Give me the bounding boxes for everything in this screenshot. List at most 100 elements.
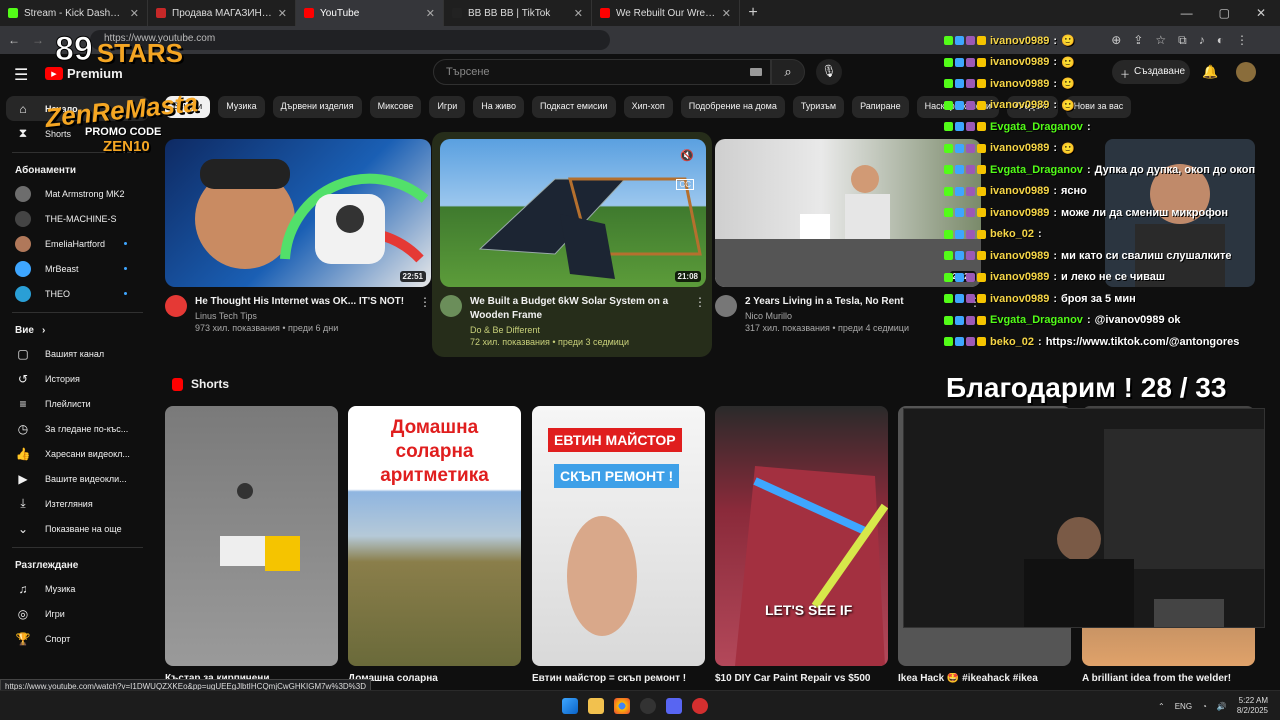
tab-close-icon[interactable]: ✕ (722, 7, 731, 20)
channel-avatar[interactable] (715, 295, 737, 317)
channel-name[interactable]: Linus Tech Tips (195, 311, 404, 321)
volume-icon[interactable]: 🔊 (1217, 702, 1227, 711)
short-card[interactable]: ЕВТИН МАЙСТОР СКЪП РЕМОНТ ! Евтин майсто… (532, 406, 705, 684)
badge-icon (944, 57, 953, 67)
mute-icon[interactable]: 🔇 (680, 149, 694, 162)
browser-tab[interactable]: We Rebuilt Our Wrecked GT3 C ✕ (592, 0, 740, 26)
video-thumbnail[interactable]: 21:08 🔇 CC (440, 139, 706, 287)
filter-chip[interactable]: Подкаст емисии (531, 96, 616, 118)
minimize-icon[interactable]: — (1181, 6, 1193, 20)
more-options-icon[interactable]: ⋮ (694, 295, 706, 347)
sidebar-item-subscription[interactable]: THEO (0, 281, 155, 306)
video-title[interactable]: He Thought His Internet was OK... IT'S N… (195, 295, 404, 309)
captions-icon[interactable]: CC (676, 179, 694, 190)
filter-chip[interactable]: Игри (429, 96, 466, 118)
filter-chip[interactable]: Миксове (369, 96, 422, 118)
sidebar-item-you[interactable]: ≡ Плейлисти (0, 391, 155, 416)
back-icon[interactable]: ← (8, 33, 20, 47)
short-title[interactable]: Евтин майстор = скъп ремонт ! (532, 673, 692, 684)
maximize-icon[interactable]: ▢ (1219, 6, 1230, 20)
filter-chip[interactable]: На живо (473, 96, 524, 118)
sidebar-item-explore[interactable]: ◎ Игри (0, 601, 155, 626)
browser-tab[interactable]: YouTube ✕ (296, 0, 444, 26)
browser-tab[interactable]: Продава МАГАЗИН в област С ✕ (148, 0, 296, 26)
short-title[interactable]: $10 DIY Car Paint Repair vs $500 (715, 673, 875, 684)
sidebar-item-you[interactable]: ▢ Вашият канал (0, 341, 155, 366)
you-heading[interactable]: Вие › (0, 319, 155, 341)
discord-icon[interactable] (666, 698, 682, 714)
windows-start-icon[interactable] (562, 698, 578, 714)
video-card[interactable]: 23:25 2 Years Living in a Tesla, No Rent… (715, 139, 981, 333)
video-title[interactable]: We Built a Budget 6kW Solar System on a … (470, 295, 686, 323)
sidebar-item-explore[interactable]: ♫ Музика (0, 576, 155, 601)
tab-close-icon[interactable]: ✕ (278, 7, 287, 20)
record-app-icon[interactable] (692, 698, 708, 714)
clock[interactable]: 5:22 AM 8/2/2025 (1237, 696, 1268, 716)
filter-chip[interactable]: Дървени изделия (272, 96, 362, 118)
hamburger-menu-icon[interactable]: ☰ (14, 65, 28, 85)
obs-icon[interactable] (640, 698, 656, 714)
channel-avatar[interactable] (165, 295, 187, 317)
badge-icon (944, 208, 953, 218)
sidebar-item-you[interactable]: ⌄ Показване на още (0, 516, 155, 541)
voice-search-button[interactable]: 🎙 (816, 59, 842, 85)
file-explorer-icon[interactable] (588, 698, 604, 714)
sidebar-item-label: Вашите видеокли... (45, 473, 127, 484)
more-options-icon[interactable]: ⋮ (419, 295, 431, 333)
subscriptions-heading[interactable]: Абонаменти (0, 159, 155, 181)
chrome-icon[interactable] (614, 698, 630, 714)
sidebar-item-you[interactable]: ◷ За гледане по-къс... (0, 416, 155, 441)
short-thumbnail[interactable]: ЕВТИН МАЙСТОР СКЪП РЕМОНТ ! (532, 406, 705, 666)
wifi-icon[interactable]: ◔ (1202, 702, 1207, 711)
video-card[interactable]: 22:51 He Thought His Internet was OK... … (165, 139, 431, 333)
sidebar-item-subscription[interactable]: Mat Armstrong MK2 (0, 181, 155, 206)
short-title[interactable]: Домашна соларна (348, 673, 508, 684)
video-card[interactable]: 21:08 🔇 CC We Built a Budget 6kW Solar S… (440, 139, 706, 347)
short-title[interactable]: A brilliant idea from the welder! (1082, 673, 1242, 684)
short-card[interactable]: LET'S SEE IF $10 DIY Car Paint Repair vs… (715, 406, 888, 684)
video-title[interactable]: 2 Years Living in a Tesla, No Rent (745, 295, 909, 309)
video-thumbnail[interactable]: 22:51 (165, 139, 431, 287)
video-thumbnail[interactable]: 23:25 (715, 139, 981, 287)
sidebar-item-subscription[interactable]: EmeliaHartford (0, 231, 155, 256)
channel-avatar (15, 260, 31, 277)
search-input[interactable]: Търсене (433, 59, 771, 85)
sidebar-item-you[interactable]: 👍 Харесани видеокл... (0, 441, 155, 466)
sidebar-item-explore[interactable]: 🏆 Спорт (0, 626, 155, 651)
close-window-icon[interactable]: ✕ (1256, 6, 1266, 20)
channel-avatar[interactable] (440, 295, 462, 317)
sidebar-item-you[interactable]: ↺ История (0, 366, 155, 391)
filter-chip[interactable]: Музика (218, 96, 265, 118)
short-card[interactable]: Къстар за кирпичени... (165, 406, 338, 684)
browser-tab[interactable]: Stream - Kick Dashboard ✕ (0, 0, 148, 26)
tray-chevron-icon[interactable]: ⌃ (1158, 702, 1165, 711)
language-indicator[interactable]: ENG (1175, 702, 1192, 711)
browser-tab[interactable]: ВВ ВВ ВВ | TikTok ✕ (444, 0, 592, 26)
sidebar-item-subscription[interactable]: MrBeast (0, 256, 155, 281)
streamer-webcam (903, 408, 1265, 628)
tab-close-icon[interactable]: ✕ (574, 7, 583, 20)
filter-chip[interactable]: Подобрение на дома (680, 96, 785, 118)
sidebar-item-you[interactable]: ▶ Вашите видеокли... (0, 466, 155, 491)
short-title[interactable]: Ikea Hack 🤩 #ikeahack #ikea (898, 673, 1058, 684)
chat-separator: : (1053, 142, 1057, 155)
sidebar-item-you[interactable]: ⤓ Изтегляния (0, 491, 155, 516)
sidebar-item-subscription[interactable]: THE-MACHINE-S (0, 206, 155, 231)
short-thumbnail[interactable]: Домашна соларна аритметика (348, 406, 521, 666)
new-content-dot (124, 242, 127, 245)
filter-chip[interactable]: Хип-хоп (623, 96, 673, 118)
search-button[interactable]: ⌕ (771, 59, 805, 85)
tab-close-icon[interactable]: ✕ (426, 7, 435, 20)
short-thumbnail[interactable]: LET'S SEE IF (715, 406, 888, 666)
forward-icon[interactable]: → (32, 33, 44, 47)
filter-chip[interactable]: Туризъм (792, 96, 845, 118)
filter-chip[interactable]: Рапиране (852, 96, 909, 118)
short-card[interactable]: Домашна соларна аритметика Домашна солар… (348, 406, 521, 684)
tab-close-icon[interactable]: ✕ (130, 7, 139, 20)
short-thumbnail[interactable] (165, 406, 338, 666)
channel-name[interactable]: Do & Be Different (470, 325, 686, 335)
new-tab-button[interactable]: + (740, 4, 766, 22)
chat-badges (944, 36, 986, 46)
channel-name[interactable]: Nico Murillo (745, 311, 909, 321)
keyboard-icon[interactable] (750, 68, 762, 76)
